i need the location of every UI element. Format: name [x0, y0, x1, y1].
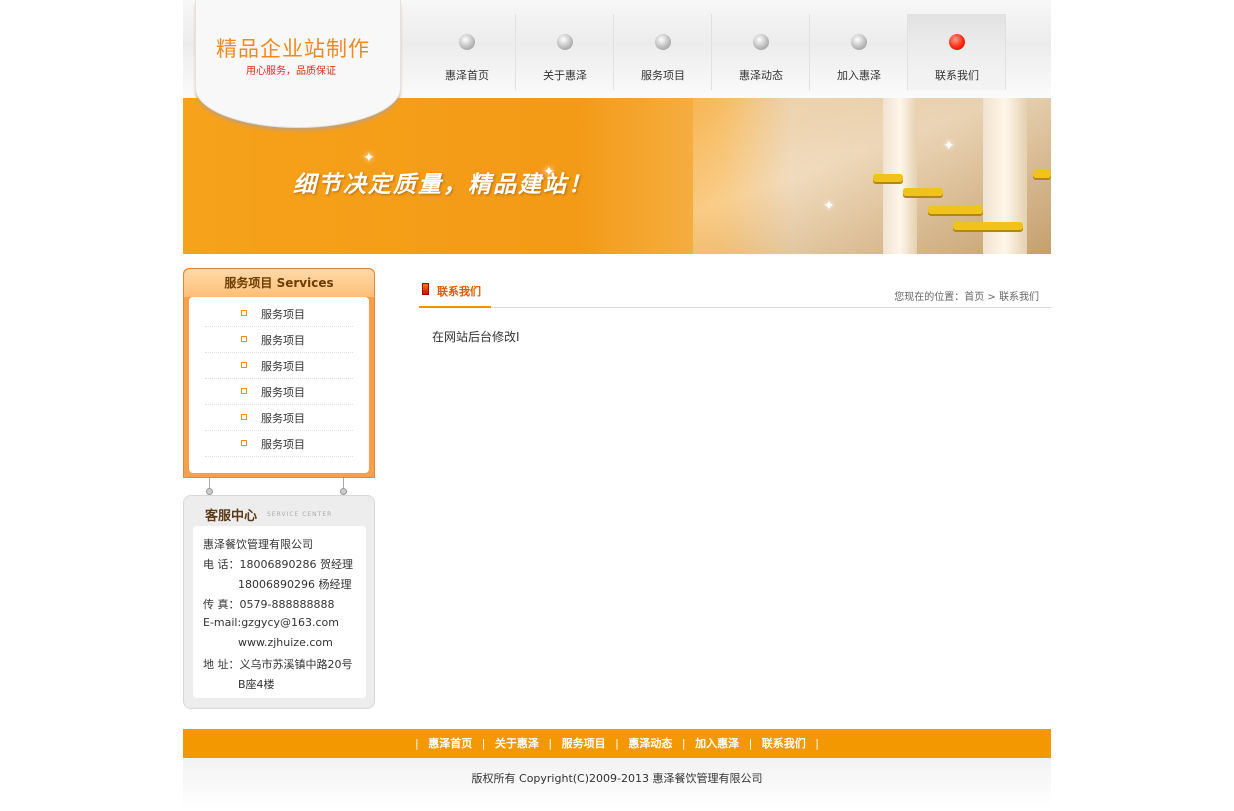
cs-phone: 电 话：18006890286 贺经理 — [203, 558, 353, 571]
nav-dot-icon — [851, 34, 867, 50]
footer-separator: | — [414, 737, 419, 750]
services-title: 服务项目 Services — [184, 269, 374, 297]
nav-item-join[interactable]: 加入惠泽 — [810, 14, 908, 90]
nav-dot-icon — [557, 34, 573, 50]
square-bullet-icon — [241, 388, 247, 394]
service-item[interactable]: 服务项目 — [205, 379, 353, 405]
footer-link-join[interactable]: 加入惠泽 — [695, 737, 739, 750]
services-list: 服务项目 服务项目 服务项目 服务项目 服务项目 服务项目 — [189, 297, 369, 473]
hanger-knob — [340, 488, 347, 495]
square-bullet-icon — [241, 336, 247, 342]
nav-label: 联系我们 — [935, 69, 979, 82]
footer-copyright: 版权所有 Copyright(C)2009-2013 惠泽餐饮管理有限公司 — [183, 758, 1051, 811]
cs-email[interactable]: E-mail:gzgycy@163.com — [203, 616, 339, 629]
service-item[interactable]: 服务项目 — [205, 301, 353, 327]
banner-seat — [873, 174, 903, 182]
nav-label: 加入惠泽 — [837, 69, 881, 82]
nav-item-contact[interactable]: 联系我们 — [908, 14, 1006, 90]
cs-phone-2: 18006890296 杨经理 — [238, 578, 352, 591]
cs-company: 惠泽餐饮管理有限公司 — [203, 538, 313, 551]
nav-item-home[interactable]: 惠泽首页 — [418, 14, 516, 90]
footer-nav: | 惠泽首页 | 关于惠泽 | 服务项目 | 惠泽动态 | 加入惠泽 | 联系我… — [183, 729, 1051, 758]
nav-item-news[interactable]: 惠泽动态 — [712, 14, 810, 90]
footer-separator: | — [748, 737, 753, 750]
services-panel: 服务项目 Services 服务项目 服务项目 服务项目 服务项目 服务项目 服… — [183, 268, 375, 478]
main-nav: 惠泽首页 关于惠泽 服务项目 惠泽动态 加入惠泽 联系我们 — [418, 14, 1006, 90]
page: 精品企业站制作 用心服务，品质保证 惠泽首页 关于惠泽 服务项目 惠泽动态 加入… — [183, 0, 1051, 811]
banner-seat — [953, 222, 1023, 230]
service-item[interactable]: 服务项目 — [205, 327, 353, 353]
page-title: 联系我们 — [437, 285, 481, 298]
breadcrumb[interactable]: 您现在的位置：首页 > 联系我们 — [894, 288, 1039, 303]
nav-item-about[interactable]: 关于惠泽 — [516, 14, 614, 90]
square-bullet-icon — [241, 414, 247, 420]
logo-title: 精品企业站制作 — [216, 37, 370, 61]
service-item-label: 服务项目 — [261, 334, 305, 347]
nav-label: 惠泽动态 — [739, 69, 783, 82]
cs-title: 客服中心 — [205, 509, 258, 524]
nav-dot-icon — [655, 34, 671, 50]
service-item-label: 服务项目 — [261, 360, 305, 373]
phone-icon — [422, 283, 429, 295]
service-item[interactable]: 服务项目 — [205, 431, 353, 457]
content-body: 在网站后台修改I — [432, 330, 520, 344]
square-bullet-icon — [241, 362, 247, 368]
hanger-knob — [206, 488, 213, 495]
cs-address-2: B座4楼 — [238, 678, 275, 691]
footer-link-news[interactable]: 惠泽动态 — [628, 737, 672, 750]
nav-label: 惠泽首页 — [445, 69, 489, 82]
cs-info: 惠泽餐饮管理有限公司 电 话：18006890286 贺经理 180068902… — [193, 526, 366, 698]
sparkle-icon: ✦ — [823, 198, 835, 214]
nav-dot-active-icon — [949, 34, 965, 50]
customer-service-panel: 客服中心 SERVICE CENTER 惠泽餐饮管理有限公司 电 话：18006… — [183, 495, 375, 709]
service-item[interactable]: 服务项目 — [205, 353, 353, 379]
logo[interactable]: 精品企业站制作 用心服务，品质保证 — [195, 0, 401, 128]
square-bullet-icon — [241, 310, 247, 316]
cs-title-en: SERVICE CENTER — [267, 511, 333, 518]
banner-seat — [1033, 170, 1051, 178]
service-item-label: 服务项目 — [261, 438, 305, 451]
header: 精品企业站制作 用心服务，品质保证 惠泽首页 关于惠泽 服务项目 惠泽动态 加入… — [183, 0, 1051, 128]
service-item[interactable]: 服务项目 — [205, 405, 353, 431]
nav-dot-icon — [459, 34, 475, 50]
footer-separator: | — [815, 737, 820, 750]
footer-separator: | — [481, 737, 486, 750]
cs-fax: 传 真：0579-888888888 — [203, 598, 335, 611]
footer-link-contact[interactable]: 联系我们 — [762, 737, 806, 750]
footer-separator: | — [548, 737, 553, 750]
footer-link-about[interactable]: 关于惠泽 — [495, 737, 539, 750]
cs-website[interactable]: www.zjhuize.com — [238, 636, 333, 649]
nav-label: 关于惠泽 — [543, 69, 587, 82]
footer-separator: | — [681, 737, 686, 750]
footer-link-services[interactable]: 服务项目 — [562, 737, 606, 750]
cs-address: 地 址：义乌市苏溪镇中路20号 — [203, 658, 353, 671]
nav-item-services[interactable]: 服务项目 — [614, 14, 712, 90]
nav-dot-icon — [753, 34, 769, 50]
square-bullet-icon — [241, 440, 247, 446]
sparkle-icon: ✦ — [363, 150, 375, 166]
content-header: 联系我们 您现在的位置：首页 > 联系我们 — [419, 276, 1051, 308]
footer-link-home[interactable]: 惠泽首页 — [428, 737, 472, 750]
title-underline — [419, 306, 491, 308]
banner-slogan: 细节决定质量，精品建站！ — [293, 172, 593, 198]
banner-seat — [903, 188, 943, 196]
service-item-label: 服务项目 — [261, 308, 305, 321]
banner-seat — [928, 206, 983, 214]
footer-separator: | — [615, 737, 619, 750]
logo-subtitle: 用心服务，品质保证 — [246, 66, 336, 77]
service-item-label: 服务项目 — [261, 412, 305, 425]
banner-pillar — [983, 98, 1027, 254]
sparkle-icon: ✦ — [943, 138, 955, 154]
nav-label: 服务项目 — [641, 69, 685, 82]
service-item-label: 服务项目 — [261, 386, 305, 399]
